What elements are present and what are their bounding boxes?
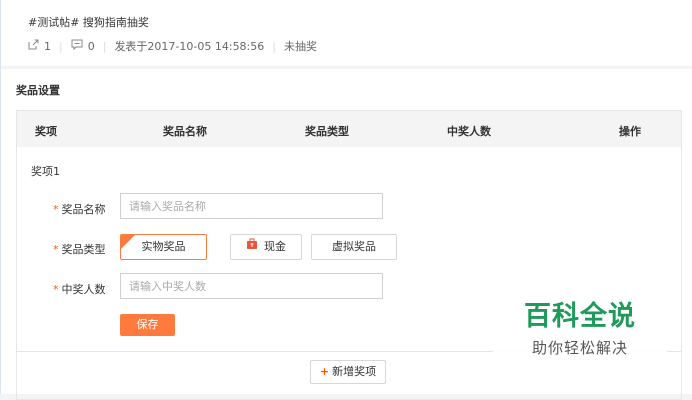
prize-type-label: * 奖品类型 bbox=[53, 243, 106, 256]
divider: | bbox=[59, 39, 63, 53]
plus-icon: + bbox=[319, 365, 330, 378]
divider: | bbox=[272, 39, 276, 53]
divider: | bbox=[102, 39, 107, 53]
prize-type-physical-label: 实物奖品 bbox=[141, 240, 186, 253]
column-header-prize-name: 奖品名称 bbox=[163, 125, 207, 138]
add-prize-button[interactable]: + 新增奖项 bbox=[310, 360, 386, 384]
comment-count: 0 bbox=[87, 39, 95, 53]
left-border bbox=[0, 0, 1, 394]
save-button[interactable]: 保存 bbox=[120, 314, 175, 336]
watermark-subtitle: 助你轻松解决 bbox=[531, 339, 628, 357]
prize-type-virtual-option[interactable]: 虚拟奖品 bbox=[311, 234, 397, 260]
watermark: 百科全说 助你轻松解决 bbox=[493, 285, 667, 369]
publish-time: 发表于2017-10-05 14:58:56 bbox=[114, 40, 265, 53]
add-prize-label: 新增奖项 bbox=[332, 365, 377, 378]
prize-name-input[interactable] bbox=[120, 193, 383, 219]
column-header-prize-type: 奖品类型 bbox=[305, 125, 349, 138]
post-meta: 1 | 0 | 发表于2017-10-05 14:58:56 | 未抽奖 bbox=[28, 38, 317, 54]
checkmark-icon: ✓ bbox=[122, 235, 129, 241]
winners-input[interactable] bbox=[120, 273, 383, 299]
share-count: 1 bbox=[44, 39, 51, 53]
share-icon[interactable] bbox=[28, 39, 39, 53]
table-header: 奖项 奖品名称 奖品类型 中奖人数 操作 bbox=[17, 111, 681, 147]
column-header-winners: 中奖人数 bbox=[447, 125, 491, 138]
required-mark: * bbox=[53, 243, 59, 256]
prize-type-cash-option[interactable]: 现金 bbox=[230, 234, 302, 260]
cash-icon bbox=[246, 235, 258, 259]
prize-heading: 奖项1 bbox=[31, 165, 60, 178]
column-header-prize-level: 奖项 bbox=[35, 125, 57, 138]
column-header-actions: 操作 bbox=[619, 125, 641, 138]
post-info-panel: #测试帖# 搜狗指南抽奖 1 | 0 | 发表于2017-10-05 14:58… bbox=[0, 0, 692, 66]
prize-name-label: * 奖品名称 bbox=[53, 203, 106, 216]
section-title: 奖品设置 bbox=[16, 84, 60, 97]
prize-type-cash-label: 现金 bbox=[264, 240, 286, 253]
prize-type-physical-option[interactable]: ✓ 实物奖品 bbox=[120, 234, 207, 260]
winners-label: * 中奖人数 bbox=[53, 283, 106, 296]
post-title[interactable]: #测试帖# 搜狗指南抽奖 bbox=[28, 14, 149, 30]
comment-icon[interactable] bbox=[71, 39, 83, 53]
draw-status: 未抽奖 bbox=[283, 40, 317, 53]
prize-type-virtual-label: 虚拟奖品 bbox=[332, 240, 376, 253]
required-mark: * bbox=[53, 203, 59, 216]
required-mark: * bbox=[53, 283, 59, 296]
watermark-title: 百科全说 bbox=[524, 301, 636, 332]
